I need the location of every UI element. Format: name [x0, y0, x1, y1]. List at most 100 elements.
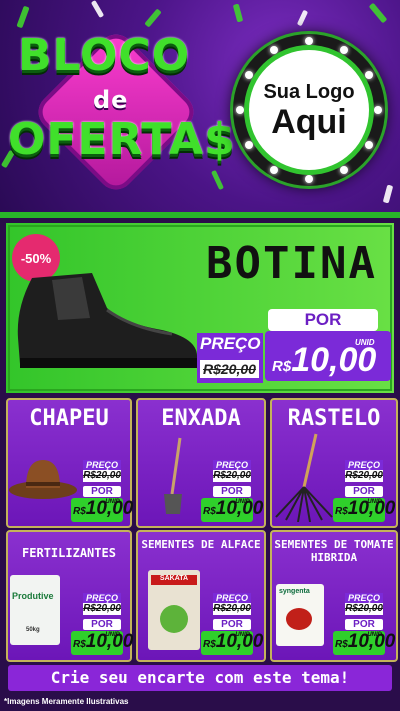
mini-old-price-box: R$20,00	[345, 470, 383, 482]
light-bulb	[245, 141, 253, 149]
logo-text-1: Sua Logo	[263, 80, 355, 103]
mini-currency: R$	[203, 639, 216, 650]
mini-new-price: UNID R$10,00	[333, 498, 395, 522]
mini-unit-label: UNID	[235, 499, 250, 505]
cta-banner[interactable]: Crie seu encarte com este tema!	[8, 665, 392, 691]
light-bulb	[340, 166, 348, 174]
header-banner: BLOCO de OFERTA$ Sua Logo Aqui	[0, 0, 400, 215]
product-title: RASTELO	[287, 406, 381, 431]
mini-unit-label: UNID	[105, 632, 120, 638]
lettuce-icon	[160, 605, 188, 633]
confetti	[232, 3, 244, 23]
logo-text-2: Aqui	[271, 102, 347, 141]
light-bulb	[270, 166, 278, 174]
rake-image	[275, 433, 333, 522]
light-bulb	[305, 175, 313, 183]
light-bulb	[365, 71, 373, 79]
hero-currency: R$	[272, 358, 292, 375]
mini-unit-label: UNID	[235, 632, 250, 638]
mini-price-label: PREÇO	[345, 593, 383, 603]
mini-new-price: UNID R$10,00	[201, 631, 263, 655]
alface-brand: SAKATA	[151, 575, 197, 585]
mini-new-price: UNID R$10,00	[71, 498, 133, 522]
tomato-seed-pack: syngenta	[276, 584, 324, 646]
product-title: ENXADA	[161, 406, 241, 431]
mini-old-price: R$20,00	[83, 603, 121, 614]
mini-old-price: R$20,00	[345, 603, 383, 614]
light-bulb	[374, 106, 382, 114]
light-bulb	[340, 46, 348, 54]
mini-new-price: UNID R$10,00	[71, 631, 133, 655]
confetti	[296, 9, 309, 27]
hero-title: BOTINA	[206, 238, 377, 289]
mini-old-price-box: R$20,00	[83, 603, 121, 615]
hero-price-value: 10,00	[291, 341, 377, 379]
hero-price-label: PREÇO	[200, 334, 261, 353]
light-bulb	[236, 106, 244, 114]
boot-image	[17, 273, 198, 368]
hoe-image	[164, 437, 182, 514]
mini-por-label: POR	[345, 619, 383, 630]
mini-por-label: POR	[345, 486, 383, 497]
confetti	[144, 8, 162, 28]
flyer: BLOCO de OFERTA$ Sua Logo Aqui -50% BOTI…	[0, 0, 400, 711]
light-bulb	[305, 37, 313, 45]
confetti	[16, 5, 30, 29]
hero-new-price: R$10,00	[272, 341, 376, 380]
mini-old-price: R$20,00	[83, 470, 121, 481]
mini-old-price-box: R$20,00	[213, 603, 251, 615]
mini-old-price: R$20,00	[213, 470, 251, 481]
mini-old-price: R$20,00	[345, 470, 383, 481]
hero-old-price: R$20,00	[200, 360, 259, 378]
confetti	[368, 2, 388, 24]
alface-seed-pack: SAKATA	[148, 570, 200, 650]
brand-line-3: OFERTA$	[8, 114, 236, 165]
mini-price-label: PREÇO	[213, 460, 251, 470]
light-bulb	[365, 141, 373, 149]
product-title: SEMENTES DE TOMATE HIBRIDA	[274, 538, 394, 564]
mini-price-label: PREÇO	[83, 460, 121, 470]
footnote: *Imagens Meramente Ilustrativas	[4, 697, 129, 706]
mini-old-price: R$20,00	[213, 603, 251, 614]
brand-logo: BLOCO de OFERTA$	[8, 27, 235, 200]
fertilizer-weight: 50kg	[26, 627, 40, 633]
logo-circle: Sua Logo Aqui	[249, 50, 369, 170]
mini-price-label: PREÇO	[213, 593, 251, 603]
light-bulb	[245, 71, 253, 79]
confetti	[382, 184, 394, 204]
mini-currency: R$	[335, 639, 348, 650]
header-divider	[0, 212, 400, 218]
brand-line-1: BLOCO	[18, 30, 191, 81]
mini-unit-label: UNID	[367, 499, 382, 505]
mini-old-price-box: R$20,00	[213, 470, 251, 482]
mini-unit-label: UNID	[367, 632, 382, 638]
mini-currency: R$	[335, 506, 348, 517]
logo-placeholder: Sua Logo Aqui	[233, 34, 385, 186]
mini-new-price: UNID R$10,00	[201, 498, 263, 522]
mini-currency: R$	[203, 506, 216, 517]
mini-price-label: PREÇO	[345, 460, 383, 470]
mini-por-label: POR	[213, 619, 251, 630]
mini-currency: R$	[73, 639, 86, 650]
mini-por-label: POR	[83, 619, 121, 630]
mini-old-price-box: R$20,00	[345, 603, 383, 615]
light-bulb	[270, 46, 278, 54]
product-title: SEMENTES DE ALFACE	[141, 538, 261, 551]
mini-new-price: UNID R$10,00	[333, 631, 395, 655]
hat-image	[9, 460, 77, 499]
confetti	[90, 0, 105, 19]
fertilizer-bag: Produtive 50kg	[10, 575, 60, 645]
mini-price-label: PREÇO	[83, 593, 121, 603]
tomato-icon	[286, 608, 312, 630]
brand-line-2: de	[93, 86, 129, 114]
hero-por-label: POR	[268, 309, 378, 331]
mini-old-price-box: R$20,00	[83, 470, 121, 482]
product-title: CHAPEU	[29, 406, 109, 431]
mini-currency: R$	[73, 506, 86, 517]
mini-por-label: POR	[83, 486, 121, 497]
fertilizer-brand: Produtive	[12, 591, 54, 601]
product-title: FERTILIZANTES	[22, 546, 116, 560]
mini-por-label: POR	[213, 486, 251, 497]
tomato-brand: syngenta	[279, 588, 310, 595]
mini-unit-label: UNID	[105, 499, 120, 505]
